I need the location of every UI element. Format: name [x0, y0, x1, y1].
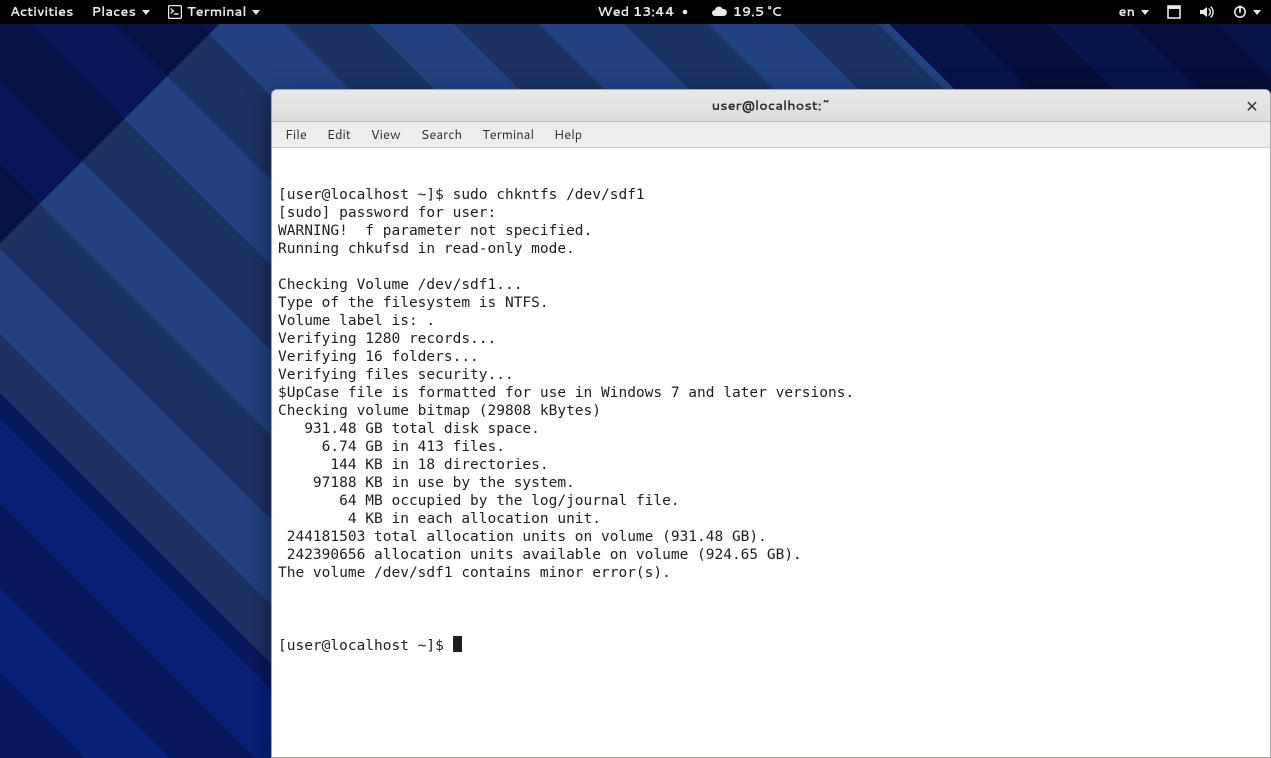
terminal-line: [278, 582, 1264, 600]
menu-edit[interactable]: Edit: [318, 124, 360, 146]
chevron-down-icon: [1141, 10, 1149, 15]
terminal-line: Type of the filesystem is NTFS.: [278, 294, 1264, 312]
places-menu[interactable]: Places: [90, 3, 152, 21]
terminal-line: Checking Volume /dev/sdf1...: [278, 276, 1264, 294]
terminal-output: [user@localhost ~]$ sudo chkntfs /dev/sd…: [278, 186, 1264, 600]
chevron-down-icon: [1253, 10, 1261, 15]
terminal-prompt-line: [user@localhost ~]$: [278, 636, 1264, 655]
cursor-icon: [453, 636, 462, 652]
terminal-line: 242390656 allocation units available on …: [278, 546, 1264, 564]
window-icon: [1167, 5, 1181, 19]
terminal-line: Verifying 16 folders...: [278, 348, 1264, 366]
dot-icon: [682, 9, 688, 15]
terminal-line: Checking volume bitmap (29808 kBytes): [278, 402, 1264, 420]
chevron-down-icon: [142, 10, 150, 15]
weather-indicator[interactable]: 19.5 °C: [708, 3, 784, 21]
accessibility-menu[interactable]: [1165, 5, 1183, 19]
cloud-icon: [710, 6, 728, 18]
terminal-line: 244181503 total allocation units on volu…: [278, 528, 1264, 546]
terminal-line: $UpCase file is formatted for use in Win…: [278, 384, 1264, 402]
menu-file[interactable]: File: [276, 124, 316, 146]
volume-icon: [1199, 5, 1215, 19]
clock[interactable]: Wed 13:44: [595, 3, 689, 21]
window-titlebar[interactable]: user@localhost:~ ✕: [272, 90, 1270, 122]
keyboard-layout-indicator[interactable]: en: [1117, 3, 1151, 21]
terminal-prompt: [user@localhost ~]$: [278, 638, 453, 654]
terminal-line: Verifying files security...: [278, 366, 1264, 384]
terminal-window: user@localhost:~ ✕ File Edit View Search…: [271, 89, 1271, 758]
menu-terminal[interactable]: Terminal: [473, 124, 543, 146]
terminal-viewport[interactable]: [user@localhost ~]$ sudo chkntfs /dev/sd…: [272, 148, 1270, 757]
lang-label: en: [1119, 3, 1135, 21]
menu-label: View: [371, 126, 401, 144]
menu-label: Search: [421, 126, 462, 144]
menu-label: File: [285, 126, 307, 144]
terminal-line: [278, 258, 1264, 276]
close-icon: ✕: [1245, 95, 1258, 118]
menu-label: Terminal: [482, 126, 534, 144]
terminal-line: 4 KB in each allocation unit.: [278, 510, 1264, 528]
places-label: Places: [92, 3, 136, 21]
terminal-line: The volume /dev/sdf1 contains minor erro…: [278, 564, 1264, 582]
menu-label: Help: [554, 126, 582, 144]
terminal-line: [user@localhost ~]$ sudo chkntfs /dev/sd…: [278, 186, 1264, 204]
terminal-line: WARNING! f parameter not specified.: [278, 222, 1264, 240]
menu-bar: File Edit View Search Terminal Help: [272, 122, 1270, 148]
terminal-line: [sudo] password for user:: [278, 204, 1264, 222]
terminal-line: 6.74 GB in 413 files.: [278, 438, 1264, 456]
gnome-top-bar: Activities Places Terminal Wed 13:44: [0, 0, 1271, 24]
app-menu-label: Terminal: [187, 3, 247, 21]
menu-label: Edit: [327, 126, 351, 144]
terminal-line: 144 KB in 18 directories.: [278, 456, 1264, 474]
terminal-line: 97188 KB in use by the system.: [278, 474, 1264, 492]
terminal-line: 64 MB occupied by the log/journal file.: [278, 492, 1264, 510]
app-menu-terminal[interactable]: Terminal: [166, 3, 263, 21]
weather-temp: 19.5 °C: [733, 3, 782, 21]
activities-button[interactable]: Activities: [8, 3, 76, 21]
terminal-line: 931.48 GB total disk space.: [278, 420, 1264, 438]
terminal-line: Running chkufsd in read-only mode.: [278, 240, 1264, 258]
terminal-line: Volume label is: .: [278, 312, 1264, 330]
activities-label: Activities: [10, 3, 74, 21]
clock-label: Wed 13:44: [597, 3, 674, 21]
chevron-down-icon: [252, 10, 260, 15]
close-button[interactable]: ✕: [1240, 94, 1264, 118]
power-icon: [1233, 5, 1247, 19]
terminal-line: Verifying 1280 records...: [278, 330, 1264, 348]
volume-indicator[interactable]: [1197, 5, 1217, 19]
system-menu[interactable]: [1231, 5, 1263, 19]
menu-help[interactable]: Help: [545, 124, 591, 146]
window-title: user@localhost:~: [712, 97, 831, 115]
menu-view[interactable]: View: [362, 124, 410, 146]
menu-search[interactable]: Search: [412, 124, 471, 146]
terminal-icon: [168, 5, 182, 19]
